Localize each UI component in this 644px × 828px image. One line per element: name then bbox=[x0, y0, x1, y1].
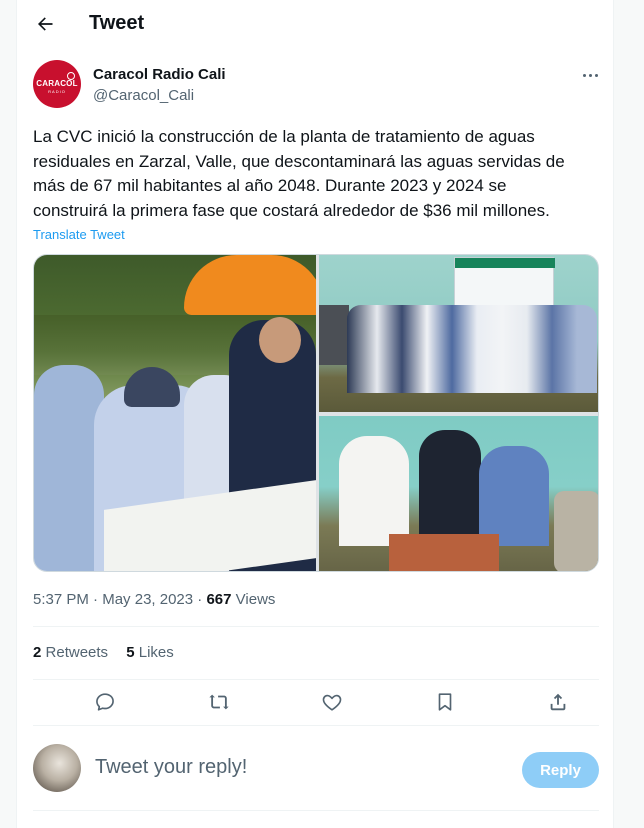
views-count: 667 bbox=[206, 591, 232, 608]
views-label: Views bbox=[235, 591, 276, 608]
reply-button[interactable] bbox=[93, 690, 117, 714]
avatar-logo-subtext: RADIO bbox=[48, 89, 66, 94]
meta-separator: · bbox=[93, 591, 99, 608]
tweet-page: Tweet CARACOL RADIO Caracol Radio Cali @… bbox=[16, 0, 614, 828]
reply-input[interactable]: Tweet your reply! bbox=[95, 756, 247, 779]
tweet-stats: 2 Retweets 5 Likes bbox=[33, 644, 188, 661]
translate-tweet-link[interactable]: Translate Tweet bbox=[33, 227, 125, 242]
retweet-icon bbox=[209, 694, 229, 710]
tweet-meta: 5:37 PM · May 23, 2023 · 667 Views bbox=[33, 591, 275, 608]
bookmark-icon bbox=[438, 693, 452, 711]
divider bbox=[33, 725, 599, 726]
page-title: Tweet bbox=[89, 12, 145, 34]
photo-sign bbox=[454, 257, 555, 309]
tweet-author: CARACOL RADIO Caracol Radio Cali @Caraco… bbox=[33, 60, 599, 112]
user-avatar[interactable] bbox=[33, 744, 81, 792]
retweet-button[interactable] bbox=[207, 690, 231, 714]
retweets-count: 2 bbox=[33, 644, 42, 661]
more-options-icon[interactable] bbox=[579, 66, 601, 84]
divider bbox=[33, 810, 599, 811]
tweet-text: La CVC inició la construcción de la plan… bbox=[33, 127, 565, 220]
arrow-left-icon bbox=[38, 17, 53, 31]
like-icon bbox=[322, 694, 342, 711]
tweet-media-grid bbox=[33, 254, 599, 572]
tweet-time[interactable]: 5:37 PM bbox=[33, 591, 89, 608]
likes-label: Likes bbox=[138, 644, 174, 661]
back-button[interactable] bbox=[31, 10, 59, 38]
top-bar: Tweet bbox=[17, 0, 615, 50]
reply-composer: Tweet your reply! Reply bbox=[33, 742, 599, 796]
media-photo-2[interactable] bbox=[319, 255, 598, 412]
media-photo-1[interactable] bbox=[34, 255, 316, 571]
retweets-stat[interactable]: 2 Retweets bbox=[33, 644, 108, 661]
reply-icon bbox=[96, 693, 114, 711]
meta-separator: · bbox=[197, 591, 203, 608]
retweets-label: Retweets bbox=[45, 644, 109, 661]
author-handle[interactable]: @Caracol_Cali bbox=[93, 87, 194, 104]
bookmark-button[interactable] bbox=[433, 690, 457, 714]
likes-count: 5 bbox=[126, 644, 135, 661]
reply-submit-button[interactable]: Reply bbox=[522, 752, 599, 788]
avatar-logo-text: CARACOL bbox=[36, 79, 78, 88]
tweet-actions bbox=[33, 680, 599, 724]
media-photo-3[interactable] bbox=[319, 416, 598, 571]
photo-umbrella bbox=[184, 255, 316, 315]
share-icon bbox=[550, 693, 566, 711]
share-button[interactable] bbox=[546, 690, 570, 714]
likes-stat[interactable]: 5 Likes bbox=[126, 644, 174, 661]
divider bbox=[33, 626, 599, 627]
like-button[interactable] bbox=[320, 690, 344, 714]
author-avatar[interactable]: CARACOL RADIO bbox=[33, 60, 81, 108]
author-name[interactable]: Caracol Radio Cali bbox=[93, 66, 226, 83]
tweet-date[interactable]: May 23, 2023 bbox=[102, 591, 193, 608]
